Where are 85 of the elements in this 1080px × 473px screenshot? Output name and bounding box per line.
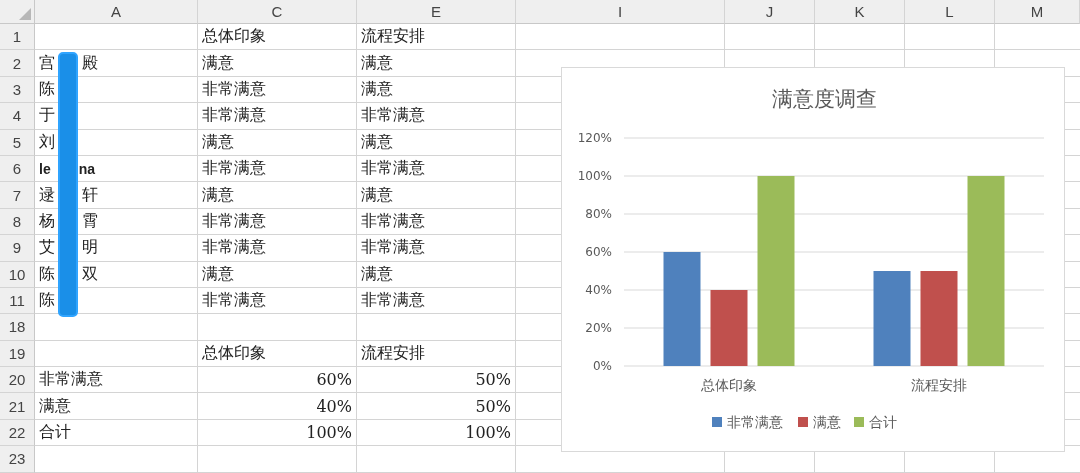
select-all-icon[interactable] — [19, 8, 31, 20]
table-cell: 非常满意 — [198, 76, 357, 104]
column-header[interactable]: I — [516, 0, 725, 24]
table-cell: 满意 — [357, 50, 516, 77]
table-cell: 满意 — [357, 182, 516, 209]
column-header[interactable]: A — [35, 0, 198, 24]
cell-text: na — [78, 160, 96, 177]
row-header[interactable]: 8 — [0, 208, 35, 236]
cell-text: 杨 — [39, 210, 55, 232]
legend-label: 非常满意 — [727, 414, 783, 430]
table-cell: 50% — [357, 367, 516, 394]
row-header[interactable]: 6 — [0, 155, 35, 183]
table-cell: 满意 — [198, 261, 357, 288]
cell-text: le — [39, 160, 51, 177]
table-cell: 满意 — [35, 393, 198, 420]
cell-text: 逯 — [39, 184, 55, 206]
tick-label: 80% — [585, 207, 612, 221]
column-header[interactable]: C — [198, 0, 357, 24]
legend-label: 满意 — [813, 414, 841, 430]
row-header[interactable]: 9 — [0, 235, 35, 262]
table-cell: 满意 — [357, 261, 516, 288]
chart-title: 满意度调查 — [771, 87, 877, 111]
table-cell: 非常满意 — [35, 367, 198, 394]
cell-text: 陈 — [39, 263, 55, 285]
table-cell: 合计 — [35, 419, 198, 447]
row-header[interactable]: 19 — [0, 340, 35, 368]
table-cell: 60% — [198, 367, 357, 394]
legend-label: 合计 — [869, 414, 897, 430]
table-cell: 100% — [198, 419, 357, 447]
tick-label: 60% — [585, 245, 612, 259]
table-cell: 100% — [357, 419, 516, 447]
tick-label: 0% — [592, 359, 612, 373]
cell-text: 宫 — [39, 52, 55, 74]
table-cell: 满意 — [357, 76, 516, 104]
table-cell: 满意 — [198, 182, 357, 209]
tick-label: 100% — [577, 169, 612, 183]
table-cell: 非常满意 — [357, 208, 516, 236]
cell-text: 双 — [82, 263, 98, 285]
cell-text: 明 — [82, 237, 98, 259]
table-cell: 满意 — [198, 129, 357, 156]
table-cell: 50% — [357, 393, 516, 420]
table-cell: 流程安排 — [357, 340, 516, 368]
cell-text: 艾 — [39, 237, 55, 259]
table-cell: 总体印象 — [198, 24, 357, 51]
cell-text: 轩 — [82, 184, 98, 206]
category-label: 总体印象 — [701, 377, 757, 393]
chart-panel[interactable]: 满意度调查 0% 20% 40% 60% 80% 100% 120% 总体印象 流程安排 非常满意 满意 合计 — [561, 67, 1065, 452]
row-header[interactable]: 22 — [0, 419, 35, 447]
row-header[interactable]: 7 — [0, 182, 35, 209]
table-cell: 满意 — [357, 129, 516, 156]
column-header[interactable]: E — [357, 0, 516, 24]
tick-label: 120% — [577, 131, 612, 145]
table-cell: 非常满意 — [357, 235, 516, 262]
table-cell: 满意 — [198, 50, 357, 77]
table-cell: 非常满意 — [357, 155, 516, 183]
row-header[interactable]: 2 — [0, 50, 35, 77]
table-cell: 非常满意 — [198, 103, 357, 130]
row-header[interactable]: 21 — [0, 393, 35, 420]
row-header[interactable]: 23 — [0, 446, 35, 473]
row-header[interactable]: 5 — [0, 129, 35, 156]
tick-label: 40% — [585, 283, 612, 297]
row-header[interactable]: 1 — [0, 24, 35, 51]
table-cell: 非常满意 — [357, 287, 516, 315]
row-header[interactable]: 18 — [0, 314, 35, 341]
cell-text: 殿 — [82, 52, 98, 74]
table-cell: 总体印象 — [198, 340, 357, 368]
row-header[interactable]: 4 — [0, 103, 35, 130]
row-header[interactable]: 11 — [0, 287, 35, 315]
table-cell: 非常满意 — [198, 287, 357, 315]
column-header[interactable]: J — [725, 0, 815, 24]
table-cell: 非常满意 — [198, 155, 357, 183]
cell-text: 霄 — [82, 210, 98, 232]
column-header[interactable]: K — [815, 0, 905, 24]
column-header[interactable]: L — [905, 0, 995, 24]
row-header[interactable]: 10 — [0, 261, 35, 288]
table-cell: 非常满意 — [198, 235, 357, 262]
tick-label: 20% — [585, 321, 612, 335]
column-header[interactable]: M — [995, 0, 1080, 24]
table-cell: 流程安排 — [357, 24, 516, 51]
table-cell: 非常满意 — [198, 208, 357, 236]
table-cell: 非常满意 — [357, 103, 516, 130]
row-header[interactable]: 20 — [0, 367, 35, 394]
row-header[interactable]: 3 — [0, 76, 35, 104]
category-label: 流程安排 — [911, 377, 967, 393]
table-cell: 40% — [198, 393, 357, 420]
